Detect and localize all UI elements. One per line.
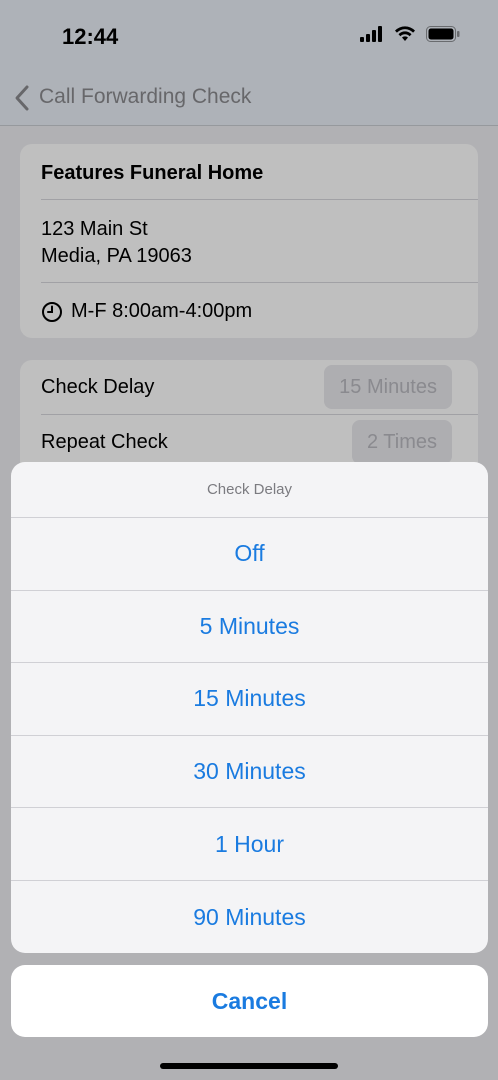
option-5-minutes[interactable]: 5 Minutes <box>11 591 488 664</box>
action-sheet-title: Check Delay <box>11 462 488 518</box>
option-1-hour[interactable]: 1 Hour <box>11 808 488 881</box>
cancel-button[interactable]: Cancel <box>11 965 488 1037</box>
option-off[interactable]: Off <box>11 518 488 591</box>
option-30-minutes[interactable]: 30 Minutes <box>11 736 488 809</box>
check-delay-action-sheet: Check Delay Off 5 Minutes 15 Minutes 30 … <box>11 462 488 953</box>
option-15-minutes[interactable]: 15 Minutes <box>11 663 488 736</box>
home-indicator[interactable] <box>160 1063 338 1069</box>
option-90-minutes[interactable]: 90 Minutes <box>11 881 488 953</box>
